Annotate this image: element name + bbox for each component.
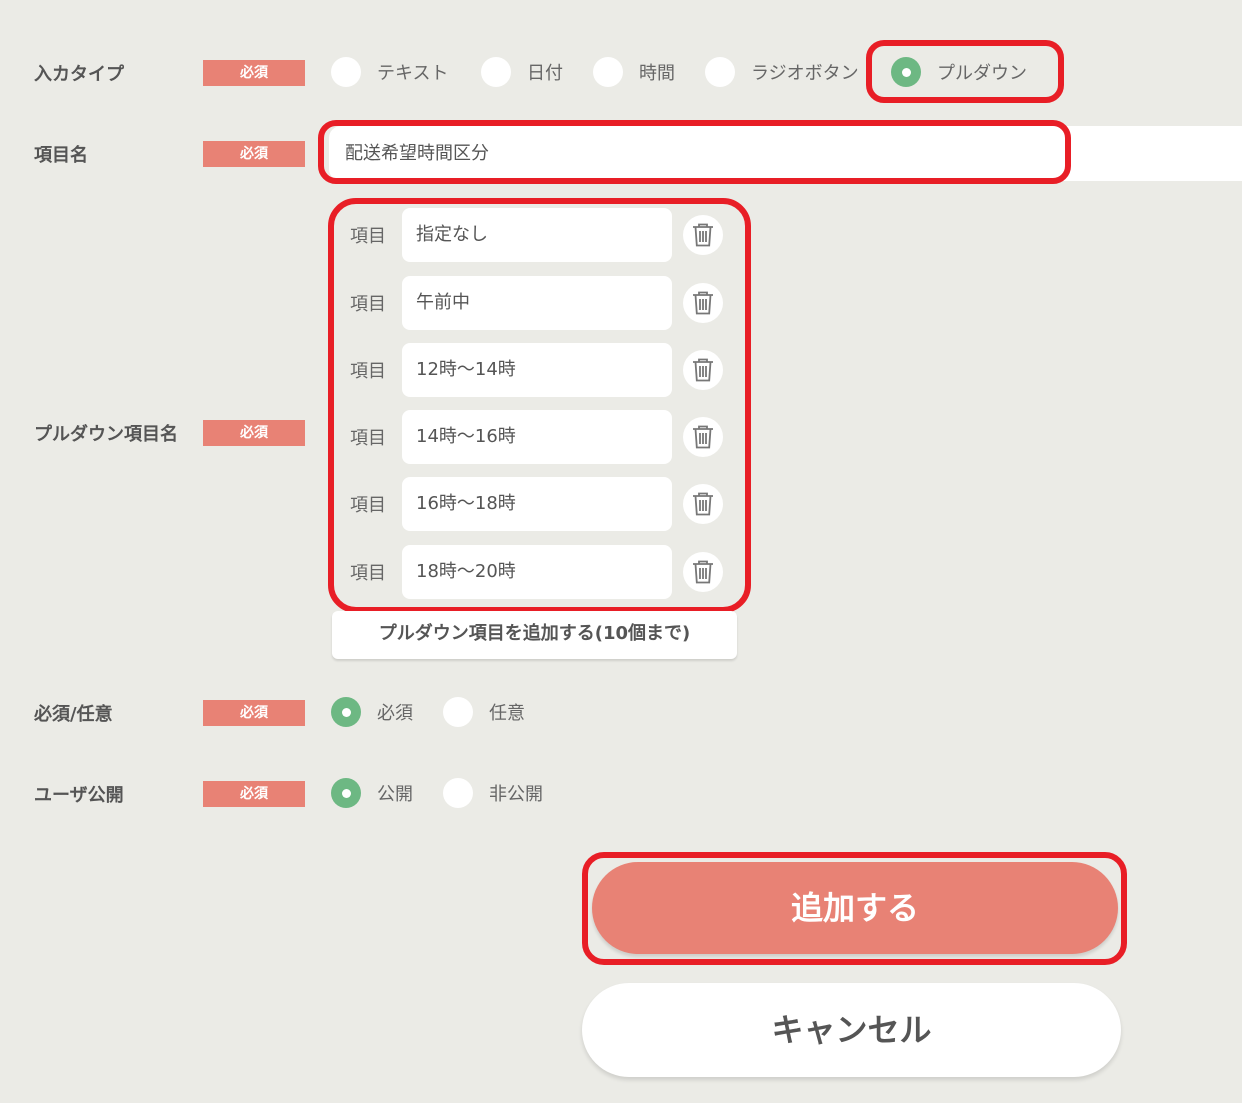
user-public-radio-group: 非公開 <box>443 778 543 808</box>
required-badge: 必須 <box>203 420 305 446</box>
required-badge: 必須 <box>203 60 305 86</box>
required-badge: 必須 <box>203 700 305 726</box>
radio-button-checked[interactable] <box>331 697 361 727</box>
radio-label: 日付 <box>527 63 563 84</box>
radio-button[interactable] <box>705 57 735 87</box>
radio-button[interactable] <box>443 778 473 808</box>
radio-button-checked[interactable] <box>331 778 361 808</box>
highlight-box <box>328 198 751 613</box>
required-badge: 必須 <box>203 141 305 167</box>
highlight-box <box>318 120 1071 184</box>
input-type-radio-group: テキスト <box>331 57 448 87</box>
required-optional-radio-group: 必須 <box>331 697 413 727</box>
radio-label: 任意 <box>489 703 525 724</box>
radio-option-radio-button[interactable]: ラジオボタン <box>705 57 859 87</box>
highlight-box <box>866 40 1064 103</box>
input-type-radio-group: 時間 <box>593 57 675 87</box>
radio-option-private[interactable]: 非公開 <box>443 778 543 808</box>
user-public-radio-group: 公開 <box>331 778 413 808</box>
add-pulldown-item-button[interactable]: プルダウン項目を追加する(10個まで) <box>332 611 737 659</box>
radio-button[interactable] <box>593 57 623 87</box>
radio-option-date[interactable]: 日付 <box>481 57 563 87</box>
user-public-label: ユーザ公開 <box>34 785 124 806</box>
pulldown-items-label: プルダウン項目名 <box>34 424 178 445</box>
radio-label: 公開 <box>377 784 413 805</box>
radio-label: 非公開 <box>489 784 543 805</box>
radio-button[interactable] <box>331 57 361 87</box>
item-name-label: 項目名 <box>34 145 88 166</box>
input-type-radio-group: 日付 <box>481 57 563 87</box>
radio-label: ラジオボタン <box>751 63 859 84</box>
radio-button[interactable] <box>443 697 473 727</box>
radio-option-required[interactable]: 必須 <box>331 697 413 727</box>
radio-label: 必須 <box>377 703 413 724</box>
radio-button[interactable] <box>481 57 511 87</box>
input-type-radio-group: ラジオボタン <box>705 57 859 87</box>
radio-option-text[interactable]: テキスト <box>331 57 448 87</box>
radio-option-public[interactable]: 公開 <box>331 778 413 808</box>
radio-label: テキスト <box>377 63 449 84</box>
highlight-box <box>582 852 1127 965</box>
input-type-label: 入カタイプ <box>34 64 124 85</box>
required-badge: 必須 <box>203 781 305 807</box>
required-optional-radio-group: 任意 <box>443 697 525 727</box>
cancel-button[interactable]: キャンセル <box>582 983 1121 1077</box>
radio-option-time[interactable]: 時間 <box>593 57 675 87</box>
radio-label: 時間 <box>639 63 675 84</box>
radio-option-optional[interactable]: 任意 <box>443 697 525 727</box>
required-optional-label: 必須/任意 <box>34 704 113 725</box>
